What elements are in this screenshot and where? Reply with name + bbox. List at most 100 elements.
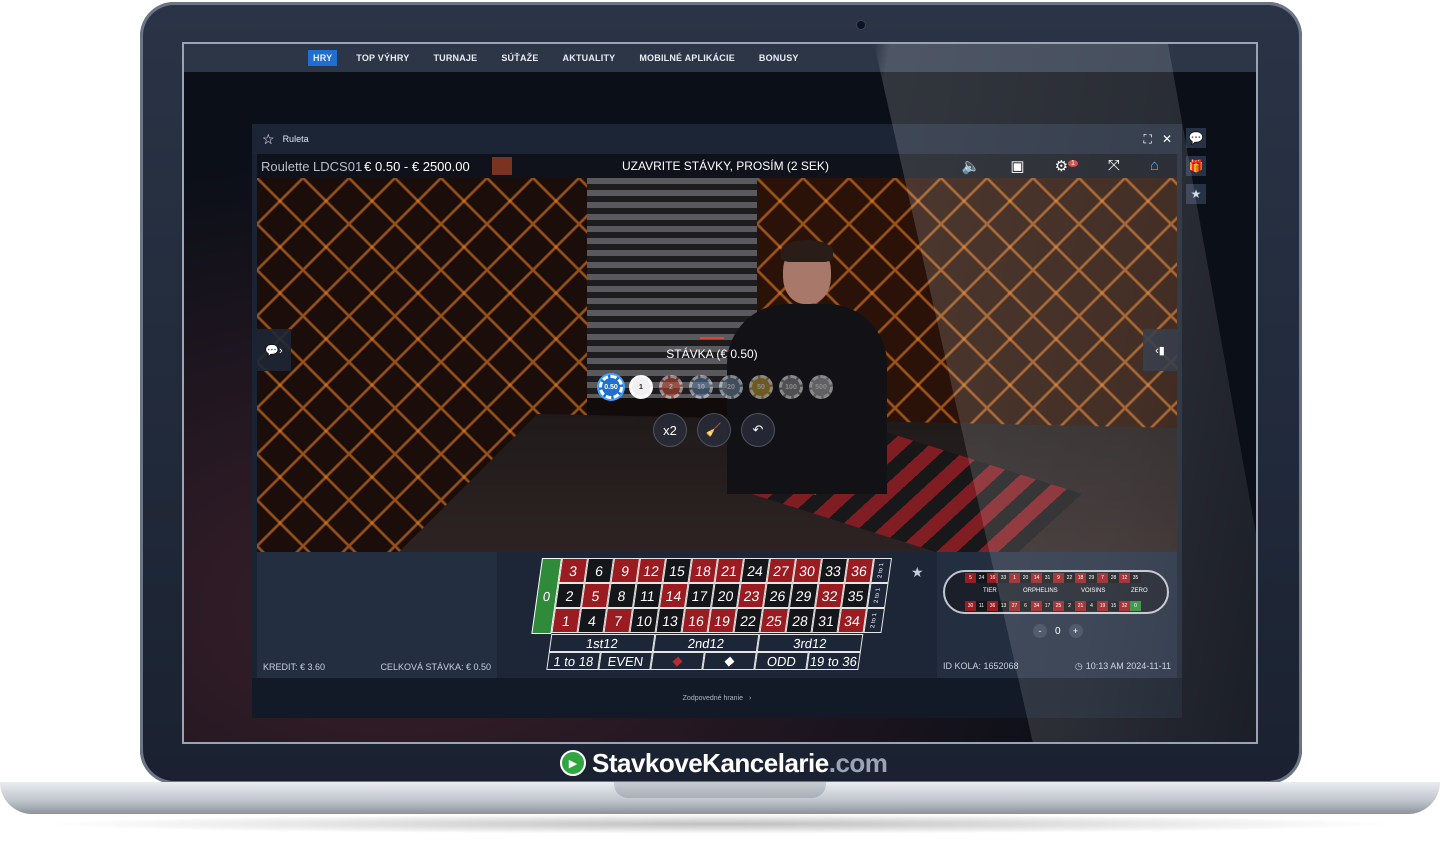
racetrack-number[interactable]: 2: [1064, 601, 1075, 611]
chip[interactable]: 500: [809, 375, 833, 399]
bet-spot-number[interactable]: 24: [740, 558, 771, 583]
close-icon[interactable]: ✕: [1162, 132, 1172, 147]
bet-spot-number[interactable]: 9: [610, 558, 641, 583]
racetrack-number[interactable]: 1: [1009, 573, 1020, 583]
bet-spot-number[interactable]: 35: [840, 583, 871, 608]
bet-spot-number[interactable]: 33: [818, 558, 849, 583]
bet-even[interactable]: EVEN: [598, 652, 653, 670]
chat-toggle[interactable]: 💬›: [257, 329, 291, 371]
racetrack-number[interactable]: 24: [976, 573, 987, 583]
chip[interactable]: 10: [689, 375, 713, 399]
racetrack-number[interactable]: 21: [1075, 601, 1086, 611]
nav-turnaje[interactable]: TURNAJE: [428, 50, 482, 66]
racetrack-number[interactable]: 6: [1020, 601, 1031, 611]
bet-spot-number[interactable]: 22: [733, 608, 763, 633]
nav-top-vyhry[interactable]: TOP VÝHRY: [351, 50, 414, 66]
bet-spot-number[interactable]: 6: [584, 558, 615, 583]
bet-spot-number[interactable]: 28: [785, 608, 815, 633]
racetrack-number[interactable]: 18: [1075, 573, 1086, 583]
bet-spot-number[interactable]: 20: [710, 583, 741, 608]
chip[interactable]: 100: [779, 375, 803, 399]
bet-spot-number[interactable]: 10: [629, 608, 659, 633]
bet-spot-number[interactable]: 11: [632, 583, 663, 608]
fullscreen-icon[interactable]: ⛶: [1144, 132, 1152, 147]
bet-spot-number[interactable]: 5: [580, 583, 611, 608]
racetrack-number[interactable]: 34: [1031, 601, 1042, 611]
dozen-bet-3[interactable]: 3rd12: [756, 634, 864, 652]
double-bet-button[interactable]: x2: [653, 413, 687, 447]
column-bet[interactable]: 2 to 1: [866, 583, 889, 608]
racetrack-number[interactable]: 36: [987, 601, 998, 611]
nav-mobilne-aplikacie[interactable]: MOBILNÉ APLIKÁCIE: [634, 50, 740, 66]
racetrack-number[interactable]: 13: [998, 601, 1009, 611]
settings-gear-icon[interactable]: ⚙ 1: [1055, 157, 1078, 175]
racetrack-number[interactable]: 15: [1108, 601, 1119, 611]
dozen-bet-2[interactable]: 2nd12: [652, 634, 760, 652]
racetrack-number[interactable]: 22: [1064, 573, 1075, 583]
bet-spot-number[interactable]: 19: [707, 608, 737, 633]
bet-spot-number[interactable]: 34: [837, 608, 867, 633]
racetrack-number[interactable]: 16: [987, 573, 998, 583]
bet-1-to-18[interactable]: 1 to 18: [546, 652, 601, 670]
racetrack-number[interactable]: 12: [1119, 573, 1130, 583]
bet-odd[interactable]: ODD: [754, 652, 809, 670]
neighbours-minus-button[interactable]: -: [1033, 624, 1047, 638]
bet-spot-number[interactable]: 18: [688, 558, 719, 583]
racetrack-voisins[interactable]: VOISINS: [1081, 588, 1105, 594]
bet-spot-number[interactable]: 4: [577, 608, 607, 633]
column-bet[interactable]: 2 to 1: [870, 558, 893, 583]
bet-spot-number[interactable]: 36: [844, 558, 875, 583]
chip[interactable]: 50: [749, 375, 773, 399]
racetrack-number[interactable]: 35: [1130, 573, 1141, 583]
nav-aktuality[interactable]: AKTUALITY: [558, 50, 621, 66]
home-icon[interactable]: ⌂: [1150, 157, 1159, 175]
bet-spot-number[interactable]: 8: [606, 583, 637, 608]
favorite-star-icon[interactable]: ☆: [262, 131, 275, 148]
racetrack-number[interactable]: 9: [1053, 573, 1064, 583]
nav-sutaze[interactable]: SÚŤAŽE: [496, 50, 543, 66]
bet-spot-number[interactable]: 15: [662, 558, 693, 583]
racetrack-number[interactable]: 0: [1130, 601, 1141, 611]
bet-spot-number[interactable]: 7: [603, 608, 633, 633]
racetrack-number[interactable]: 5: [965, 573, 976, 583]
chip[interactable]: 0.50: [599, 375, 623, 399]
chip[interactable]: 1: [629, 375, 653, 399]
bet-red-diamond-icon[interactable]: ◆: [650, 652, 705, 670]
racetrack-number[interactable]: 7: [1097, 573, 1108, 583]
bet-spot-number[interactable]: 16: [681, 608, 711, 633]
bet-19-to-36[interactable]: 19 to 36: [806, 652, 861, 670]
statistics-toggle[interactable]: ‹▮: [1143, 329, 1177, 371]
bet-spot-number[interactable]: 17: [684, 583, 715, 608]
racetrack-tier[interactable]: TIER: [983, 588, 997, 594]
undo-icon[interactable]: ↶: [741, 413, 775, 447]
bet-spot-number[interactable]: 12: [636, 558, 667, 583]
racetrack-number[interactable]: 27: [1009, 601, 1020, 611]
bet-spot-number[interactable]: 26: [762, 583, 793, 608]
video-size-icon[interactable]: ▣: [1010, 157, 1024, 175]
nav-bonusy[interactable]: BONUSY: [754, 50, 804, 66]
racetrack-number[interactable]: 20: [1020, 573, 1031, 583]
racetrack-orphelins[interactable]: ORPHELINS: [1023, 588, 1058, 594]
bet-spot-number[interactable]: 27: [766, 558, 797, 583]
bet-black-diamond-icon[interactable]: ◆: [702, 652, 757, 670]
bet-spot-number[interactable]: 32: [814, 583, 845, 608]
bet-spot-number[interactable]: 1: [551, 608, 581, 633]
racetrack-number[interactable]: 25: [1053, 601, 1064, 611]
racetrack-number[interactable]: 11: [976, 601, 987, 611]
bet-spot-number[interactable]: 13: [655, 608, 685, 633]
racetrack-number[interactable]: 32: [1119, 601, 1130, 611]
chip[interactable]: 2: [659, 375, 683, 399]
expand-icon[interactable]: ⤧: [1108, 157, 1120, 175]
nav-hry[interactable]: HRY: [308, 50, 338, 66]
racetrack[interactable]: 5 24 16 33 1 20 14 31 9 22 18 29 7 28 12 35 TIER ORPHEL…: [943, 570, 1169, 614]
racetrack-number[interactable]: 33: [998, 573, 1009, 583]
clear-bets-broom-icon[interactable]: 🧹: [697, 413, 731, 447]
chip[interactable]: 20: [719, 375, 743, 399]
racetrack-number[interactable]: 14: [1031, 573, 1042, 583]
column-bet[interactable]: 2 to 1: [863, 608, 885, 633]
chat-icon[interactable]: 💬: [1186, 128, 1206, 148]
racetrack-number[interactable]: 4: [1086, 601, 1097, 611]
racetrack-number[interactable]: 31: [1042, 573, 1053, 583]
bet-spot-number[interactable]: 31: [811, 608, 841, 633]
racetrack-number[interactable]: 30: [965, 601, 976, 611]
